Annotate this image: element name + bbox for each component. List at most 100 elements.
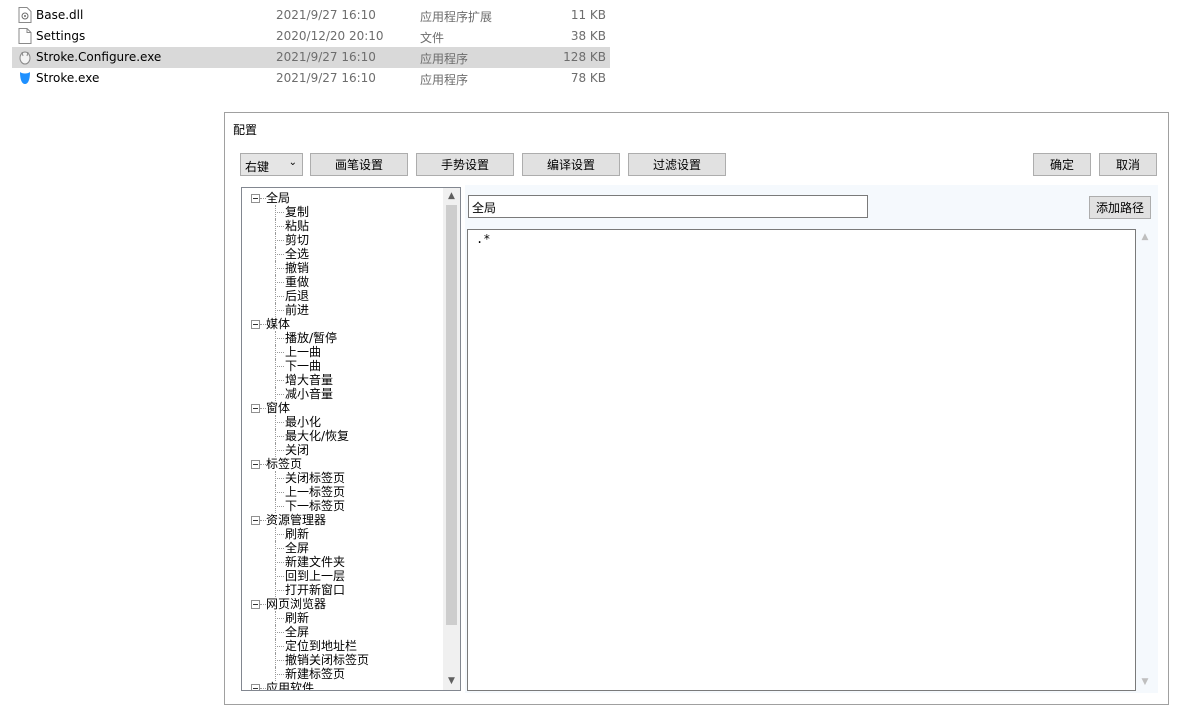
gesture-settings-button[interactable]: 手势设置 — [416, 153, 514, 176]
tree-item-label: 刷新 — [285, 611, 310, 625]
file-name: Stroke.exe — [36, 71, 100, 85]
tree-item[interactable]: 回到上一层 — [242, 569, 444, 583]
tree-item[interactable]: 撤销 — [242, 261, 444, 275]
tree-item-label: 减小音量 — [285, 387, 334, 401]
tree-group-label: 资源管理器 — [266, 513, 327, 527]
tree-items: 全局 复制 粘贴 剪切 全选 撤销 重做 后退 前进 媒体 播放/暂停 上一曲 下一曲 增大音量 减小音量窗… — [242, 191, 444, 690]
tree-item-label: 刷新 — [285, 527, 310, 541]
dialog-title: 配置 — [233, 123, 258, 137]
tree-item[interactable]: 新建标签页 — [242, 667, 444, 681]
tree-item-label: 后退 — [285, 289, 310, 303]
file-type: 文件 — [420, 31, 445, 45]
tree-item[interactable]: 后退 — [242, 289, 444, 303]
tree-item[interactable]: 减小音量 — [242, 387, 444, 401]
tree-item-label: 下一曲 — [285, 359, 322, 373]
tree-item[interactable]: 下一标签页 — [242, 499, 444, 513]
tree-item-label: 撤销关闭标签页 — [285, 653, 370, 667]
stroke-app-icon — [18, 70, 32, 86]
tree-item[interactable]: 全屏 — [242, 625, 444, 639]
file-size: 78 KB — [570, 71, 606, 85]
tree-item[interactable]: 刷新 — [242, 611, 444, 625]
tree-item[interactable]: 增大音量 — [242, 373, 444, 387]
tree-group[interactable]: 网页浏览器 — [242, 597, 444, 611]
tree-item-label: 下一标签页 — [285, 499, 346, 513]
tree-group[interactable]: 标签页 — [242, 457, 444, 471]
file-name: Stroke.Configure.exe — [36, 50, 162, 64]
tree-group-label: 媒体 — [266, 317, 291, 331]
scroll-up-icon[interactable]: ▲ — [443, 188, 460, 205]
tree-item[interactable]: 打开新窗口 — [242, 583, 444, 597]
tree-item[interactable]: 播放/暂停 — [242, 331, 444, 345]
ok-button[interactable]: 确定 — [1033, 153, 1091, 176]
tree-item[interactable]: 撤销关闭标签页 — [242, 653, 444, 667]
tree-item-label: 复制 — [285, 205, 310, 219]
tree-item-label: 关闭 — [285, 443, 310, 457]
pen-settings-button[interactable]: 画笔设置 — [310, 153, 408, 176]
tree-item[interactable]: 全屏 — [242, 541, 444, 555]
tree-item[interactable]: 重做 — [242, 275, 444, 289]
filter-settings-button[interactable]: 过滤设置 — [628, 153, 726, 176]
tree-item[interactable]: 复制 — [242, 205, 444, 219]
file-row[interactable]: Settings 2020/12/20 20:10 文件 38 KB — [12, 26, 610, 47]
collapse-icon[interactable] — [251, 600, 260, 609]
tree-group[interactable]: 资源管理器 — [242, 513, 444, 527]
tree-group[interactable]: 窗体 — [242, 401, 444, 415]
collapse-icon[interactable] — [251, 460, 260, 469]
mouse-button-value: 右键 — [245, 160, 270, 174]
scroll-down-icon[interactable]: ▼ — [1136, 674, 1154, 691]
regex-scrollbar[interactable]: ▲ ▼ — [1136, 229, 1154, 691]
tree-item[interactable]: 关闭 — [242, 443, 444, 457]
file-row[interactable]: Stroke.Configure.exe 2021/9/27 16:10 应用程序 1… — [12, 47, 610, 68]
tree-item-label: 打开新窗口 — [285, 583, 346, 597]
tree-item[interactable]: 新建文件夹 — [242, 555, 444, 569]
tree-item[interactable]: 定位到地址栏 — [242, 639, 444, 653]
scroll-down-icon[interactable]: ▼ — [443, 673, 460, 690]
tree-item[interactable]: 粘贴 — [242, 219, 444, 233]
tree-group[interactable]: 全局 — [242, 191, 444, 205]
stroke-configure-app-icon — [18, 49, 32, 65]
cancel-button[interactable]: 取消 — [1099, 153, 1157, 176]
blank-file-icon — [18, 28, 32, 44]
collapse-icon[interactable] — [251, 320, 260, 329]
collapse-icon[interactable] — [251, 684, 260, 690]
tree-item[interactable]: 下一曲 — [242, 359, 444, 373]
gesture-tree[interactable]: 全局 复制 粘贴 剪切 全选 撤销 重做 后退 前进 媒体 播放/暂停 上一曲 下一曲 增大音量 减小音量窗… — [241, 187, 461, 691]
path-input[interactable]: 全局 — [468, 195, 868, 218]
tree-item-label: 新建文件夹 — [285, 555, 346, 569]
mouse-button-select[interactable]: 右键 ⌄ — [240, 153, 303, 176]
tree-item-label: 全屏 — [285, 541, 310, 555]
tree-group-label: 网页浏览器 — [266, 597, 327, 611]
add-path-button[interactable]: 添加路径 — [1089, 196, 1151, 219]
tree-group-label: 标签页 — [266, 457, 303, 471]
scroll-thumb[interactable] — [446, 205, 457, 625]
tree-group-label: 窗体 — [266, 401, 291, 415]
tree-item[interactable]: 上一曲 — [242, 345, 444, 359]
tree-item[interactable]: 最大化/恢复 — [242, 429, 444, 443]
tree-item[interactable]: 最小化 — [242, 415, 444, 429]
tree-item[interactable]: 关闭标签页 — [242, 471, 444, 485]
file-row[interactable]: Base.dll 2021/9/27 16:10 应用程序扩展 11 KB — [12, 5, 610, 26]
tree-scrollbar[interactable]: ▲ ▼ — [443, 188, 460, 690]
tree-group[interactable]: 应用软件 — [242, 681, 444, 690]
tree-item[interactable]: 全选 — [242, 247, 444, 261]
tree-item-label: 前进 — [285, 303, 310, 317]
tree-item[interactable]: 前进 — [242, 303, 444, 317]
file-date: 2021/9/27 16:10 — [276, 71, 376, 85]
collapse-icon[interactable] — [251, 404, 260, 413]
config-dialog: 配置 右键 ⌄ 画笔设置 手势设置 编译设置 过滤设置 确定 取消 全局 复制 粘贴… — [224, 112, 1169, 705]
tree-item-label: 播放/暂停 — [285, 331, 338, 345]
tree-item-label: 上一标签页 — [285, 485, 346, 499]
regex-textarea[interactable]: .* — [467, 229, 1136, 691]
tree-group[interactable]: 媒体 — [242, 317, 444, 331]
compile-settings-button[interactable]: 编译设置 — [522, 153, 620, 176]
tree-item[interactable]: 刷新 — [242, 527, 444, 541]
scroll-up-icon[interactable]: ▲ — [1136, 229, 1154, 246]
tree-item[interactable]: 剪切 — [242, 233, 444, 247]
file-type: 应用程序扩展 — [420, 10, 493, 24]
tree-item-label: 撤销 — [285, 261, 310, 275]
collapse-icon[interactable] — [251, 516, 260, 525]
file-name: Base.dll — [36, 8, 84, 22]
collapse-icon[interactable] — [251, 194, 260, 203]
file-row[interactable]: Stroke.exe 2021/9/27 16:10 应用程序 78 KB — [12, 68, 610, 89]
tree-item[interactable]: 上一标签页 — [242, 485, 444, 499]
